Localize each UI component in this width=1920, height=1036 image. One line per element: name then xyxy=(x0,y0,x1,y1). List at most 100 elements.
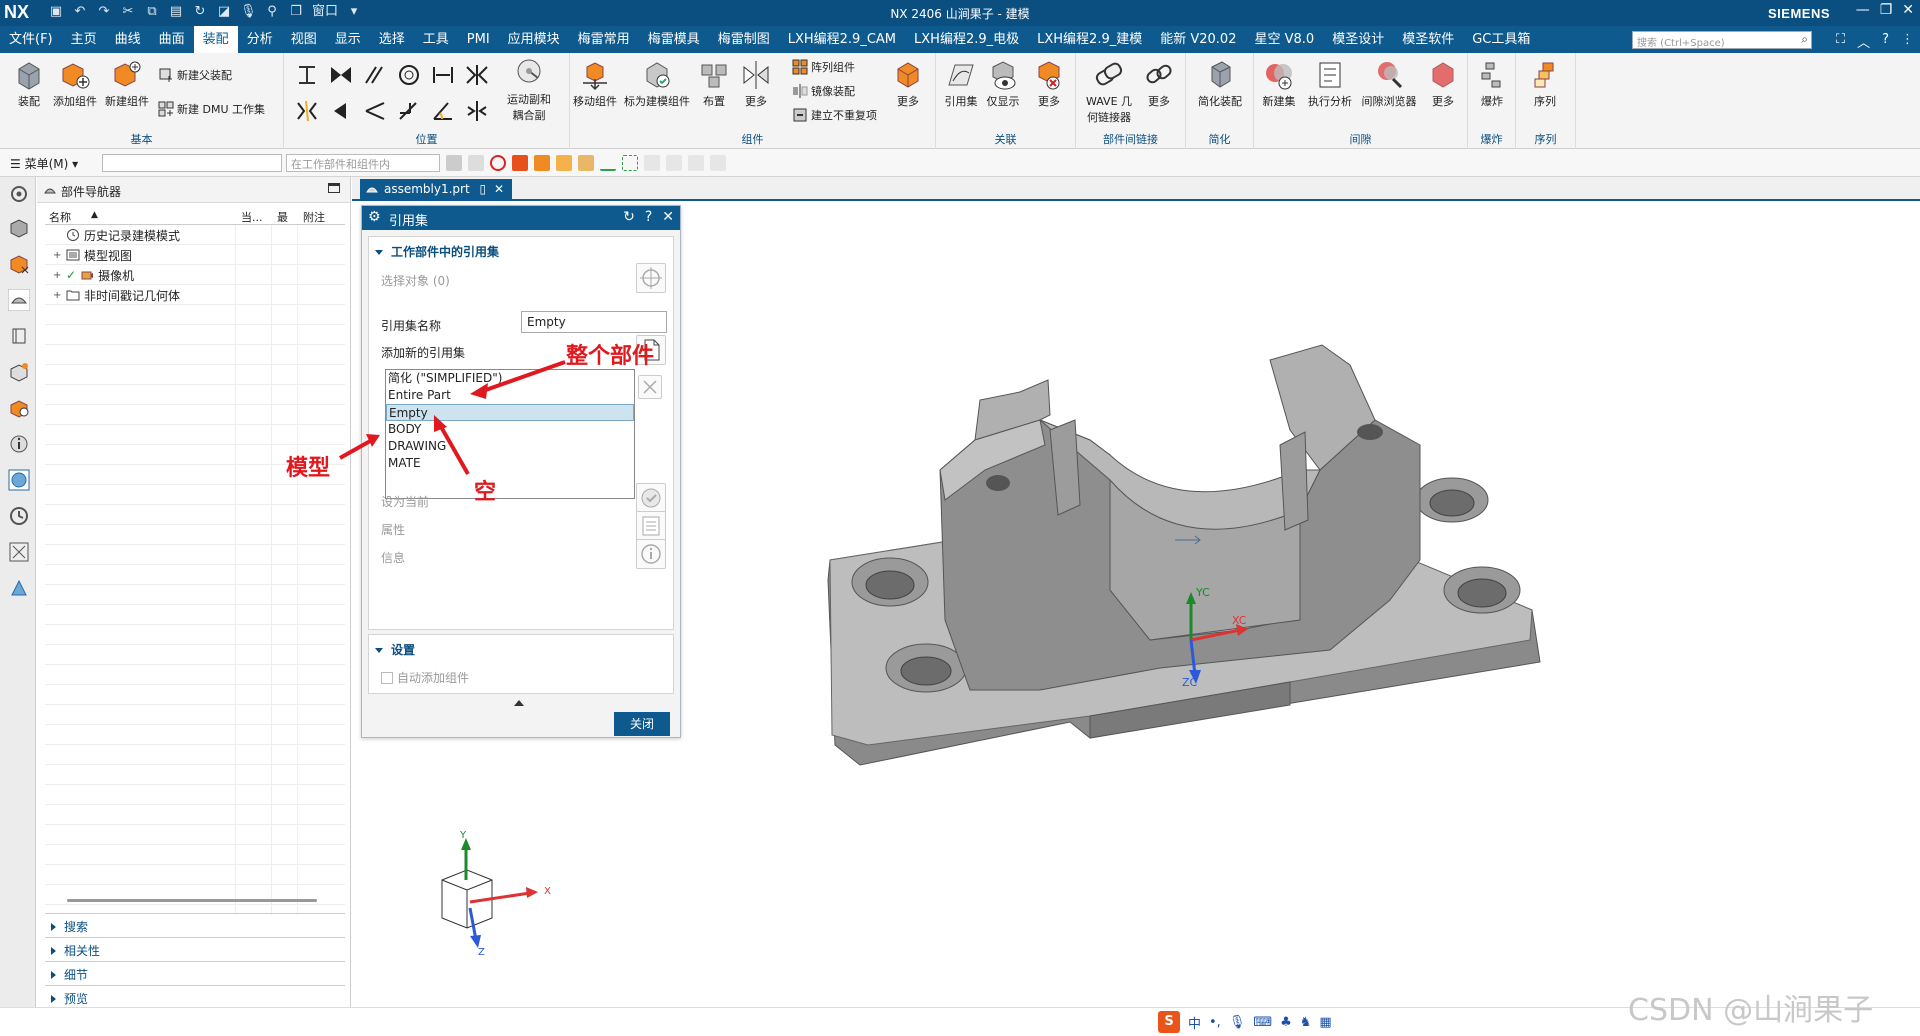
angle-icon[interactable] xyxy=(430,99,456,123)
create-non-repeat-button[interactable]: 建立不重复项 xyxy=(792,107,877,123)
select-sheet-icon[interactable] xyxy=(578,155,594,171)
perpendicular-icon[interactable] xyxy=(362,99,388,123)
reference-set-item[interactable]: BODY xyxy=(386,421,634,438)
menu-tab-19[interactable]: 星空 V8.0 xyxy=(1245,26,1323,53)
new-component-button[interactable]: 新建组件 xyxy=(104,59,150,109)
select-object-button[interactable] xyxy=(636,263,666,293)
reset-icon[interactable]: ↻ xyxy=(623,209,635,225)
close-icon[interactable]: ✕ xyxy=(1902,2,1914,18)
menu-tab-18[interactable]: 能新 V20.02 xyxy=(1151,26,1245,53)
reference-set-item[interactable]: MATE xyxy=(386,455,634,472)
command-search-input[interactable]: 搜索 (Ctrl+Space) ⌕ xyxy=(1632,31,1812,49)
column-notes[interactable]: 附注 xyxy=(303,209,325,225)
assembly-button[interactable]: 装配 xyxy=(8,59,50,109)
ime-skin-icon[interactable]: ♣ xyxy=(1280,1015,1292,1030)
menu-tab-3[interactable]: 曲面 xyxy=(150,26,194,53)
clearance-browser-button[interactable]: 间隙浏览器 xyxy=(1358,59,1420,109)
component-more-button-2[interactable]: 更多 xyxy=(888,59,928,109)
search-icon[interactable]: ⌕ xyxy=(1801,32,1808,47)
ime-toolbox-icon[interactable]: ▦ xyxy=(1319,1015,1331,1030)
menu-tab-16[interactable]: LXH编程2.9_电极 xyxy=(905,26,1028,53)
show-only-button[interactable]: 仅显示 xyxy=(982,59,1024,109)
dialog-gear-icon[interactable]: ⚙ xyxy=(368,209,381,225)
close-icon[interactable]: ✕ xyxy=(662,209,674,225)
ime-punctuation-toggle[interactable]: •, xyxy=(1209,1015,1221,1030)
menu-tab-13[interactable]: 梅雷模具 xyxy=(639,26,709,53)
mirror-assembly-button[interactable]: 镜像装配 xyxy=(792,83,855,99)
navigator-section-details[interactable]: 细节 xyxy=(45,961,345,985)
section-header-settings[interactable]: 设置 xyxy=(375,641,415,658)
type-filter-select[interactable] xyxy=(102,154,282,172)
view-triad[interactable]: Y X Z xyxy=(441,830,551,958)
align-icon[interactable] xyxy=(328,63,354,87)
menu-tab-20[interactable]: 模圣设计 xyxy=(1323,26,1393,53)
snap-end-icon[interactable] xyxy=(644,155,660,171)
symmetric-icon[interactable] xyxy=(464,99,490,123)
reference-set-item[interactable]: Empty xyxy=(386,404,634,421)
tree-item-history-mode[interactable]: 历史记录建模模式 xyxy=(53,225,180,245)
expand-icon[interactable]: + xyxy=(53,290,62,301)
constraint-navigator-icon[interactable] xyxy=(8,253,30,275)
minimize-icon[interactable]: — xyxy=(1856,2,1870,18)
menu-tab-9[interactable]: 工具 xyxy=(414,26,458,53)
tab-close-icon[interactable]: ✕ xyxy=(494,182,504,196)
fix-icon[interactable] xyxy=(294,99,320,123)
system-materials-icon[interactable] xyxy=(8,541,30,563)
role-icon[interactable] xyxy=(8,577,30,599)
array-component-button[interactable]: 阵列组件 xyxy=(792,59,855,75)
reference-set-item[interactable]: DRAWING xyxy=(386,438,634,455)
column-current[interactable]: 当... xyxy=(241,209,263,225)
menu-tab-6[interactable]: 视图 xyxy=(282,26,326,53)
menu-tab-8[interactable]: 选择 xyxy=(370,26,414,53)
checkmark-icon[interactable]: ✓ xyxy=(66,268,76,282)
more-options-icon[interactable]: ⋮ xyxy=(1901,32,1914,51)
navigator-section-search[interactable]: 搜索 xyxy=(45,913,345,937)
simplify-assembly-button[interactable]: 简化装配 xyxy=(1192,59,1248,109)
constraint-icon[interactable] xyxy=(294,63,320,87)
maximize-panel-icon[interactable] xyxy=(328,183,340,193)
component-more-button[interactable]: 更多 xyxy=(736,59,776,109)
hd3d-tools-icon[interactable] xyxy=(8,361,30,383)
tree-item-model-views[interactable]: + 模型视图 xyxy=(53,245,132,265)
column-latest[interactable]: 最 xyxy=(277,209,288,225)
new-set-button[interactable]: 新建集 xyxy=(1258,59,1300,109)
interpart-more-button[interactable]: 更多 xyxy=(1138,59,1180,109)
ime-keyboard-icon[interactable]: ⌨ xyxy=(1253,1015,1272,1030)
info-button[interactable] xyxy=(636,539,666,569)
set-current-button[interactable] xyxy=(636,483,666,513)
sort-ascending-icon[interactable]: ▲ xyxy=(91,210,98,220)
settings-gear-icon[interactable] xyxy=(8,183,30,205)
menu-tab-7[interactable]: 显示 xyxy=(326,26,370,53)
info-circle-icon[interactable] xyxy=(8,433,30,455)
new-parent-assembly-button[interactable]: 新建父装配 xyxy=(158,67,232,83)
concentric-icon[interactable] xyxy=(396,63,422,87)
menu-tab-22[interactable]: GC工具箱 xyxy=(1463,26,1539,53)
snap-center-icon[interactable] xyxy=(688,155,704,171)
menu-tab-12[interactable]: 梅雷常用 xyxy=(569,26,639,53)
arrange-button[interactable]: 布置 xyxy=(694,59,734,109)
association-more-button[interactable]: 更多 xyxy=(1028,59,1070,109)
column-name[interactable]: 名称 xyxy=(49,209,71,225)
restore-icon[interactable]: ❐ xyxy=(1880,2,1893,18)
menu-tab-5[interactable]: 分析 xyxy=(238,26,282,53)
distance-icon[interactable] xyxy=(430,63,456,87)
new-dmu-workset-button[interactable]: 新建 DMU 工作集 xyxy=(158,101,265,117)
sogou-ime-logo[interactable]: S xyxy=(1158,1011,1180,1033)
ref-name-input[interactable]: Empty xyxy=(521,311,667,333)
collapse-ribbon-icon[interactable]: ︿ xyxy=(1857,32,1870,51)
menu-tab-0[interactable]: 文件(F) xyxy=(0,26,62,53)
run-analysis-button[interactable]: 执行分析 xyxy=(1304,59,1356,109)
tab-assembly1[interactable]: assembly1.prt ▯ ✕ xyxy=(360,179,513,201)
reference-set-button[interactable]: 引用集 xyxy=(940,59,982,109)
history-clock-icon[interactable] xyxy=(8,505,30,527)
select-face-icon[interactable] xyxy=(534,155,550,171)
bond-icon[interactable] xyxy=(328,99,354,123)
fullscreen-icon[interactable]: ⛶ xyxy=(1836,32,1845,51)
collapse-dialog-icon[interactable] xyxy=(514,700,524,706)
menu-tab-2[interactable]: 曲线 xyxy=(106,26,150,53)
reference-set-list[interactable]: 简化 ("SIMPLIFIED") Entire Part Empty BODY DRA… xyxy=(385,369,635,499)
select-curve-icon[interactable] xyxy=(600,155,616,171)
reuse-library-icon[interactable] xyxy=(8,325,30,347)
motion-pair-button[interactable]: 运动副和 耦合副 xyxy=(498,57,560,123)
help-icon[interactable]: ? xyxy=(1882,32,1889,51)
